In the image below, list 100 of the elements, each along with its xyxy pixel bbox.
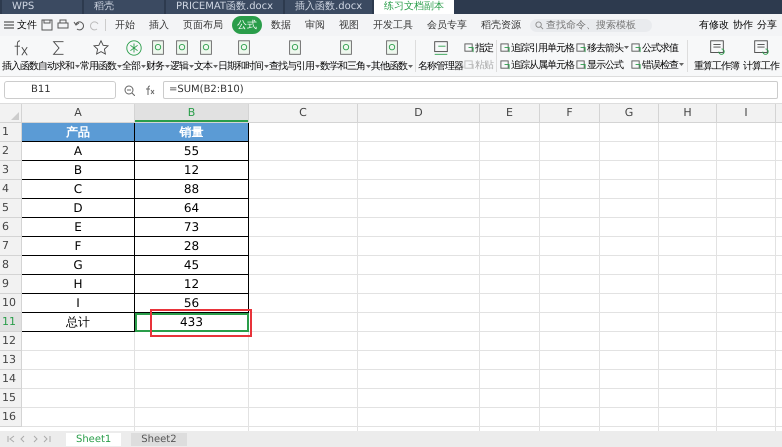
column-header[interactable]: I <box>717 104 776 122</box>
ribbon-button[interactable]: 错误检查 <box>630 58 685 72</box>
column-header[interactable]: E <box>480 104 540 122</box>
row-header[interactable]: 8 <box>0 256 22 275</box>
table-cell: H <box>22 275 135 294</box>
ribbon-button[interactable]: 日期和时间 <box>218 39 269 73</box>
function-tool-icon <box>197 39 215 57</box>
table-cell: 12 <box>135 161 249 180</box>
row-header[interactable]: 9 <box>0 275 22 294</box>
ribbon-button[interactable]: 显示公式 <box>575 58 630 72</box>
window-tab[interactable]: 练习文档副本 <box>374 0 454 14</box>
search-field[interactable]: 查找命令、搜索模板 <box>530 18 652 32</box>
undo-icon[interactable] <box>73 19 85 31</box>
zoom-icon[interactable] <box>124 84 135 96</box>
table-cell: 73 <box>135 218 249 237</box>
ribbon-tab[interactable]: 稻壳资源 <box>476 16 526 34</box>
ribbon-tab[interactable]: 插入 <box>144 16 174 34</box>
row-header[interactable]: 10 <box>0 294 22 313</box>
ribbon-tab[interactable]: 数据 <box>266 16 296 34</box>
ribbon-button[interactable]: 插入函数 <box>2 39 38 73</box>
toolbar-button[interactable]: 协作 <box>732 18 754 32</box>
sheet-tab[interactable]: Sheet2 <box>131 432 187 446</box>
function-tool-icon <box>173 39 191 57</box>
ribbon-tab[interactable]: 视图 <box>334 16 364 34</box>
ribbon-button[interactable]: 重算工作簿 <box>694 39 739 73</box>
name-box[interactable]: B11 <box>4 81 116 99</box>
sheet-recalc-icon <box>708 39 726 57</box>
ribbon-tab[interactable]: 开发工具 <box>368 16 418 34</box>
column-header[interactable]: H <box>659 104 717 122</box>
table-cell: 64 <box>135 199 249 218</box>
row-header[interactable]: 3 <box>0 161 22 180</box>
trace-icon <box>464 60 474 70</box>
toolbar-button[interactable]: 有修改 <box>698 18 730 32</box>
header-cell: 销量 <box>135 123 249 142</box>
print-icon[interactable] <box>57 19 69 31</box>
table-cell: B <box>22 161 135 180</box>
function-tool-icon <box>432 39 450 57</box>
column-header[interactable]: C <box>249 104 358 122</box>
ribbon-button[interactable]: 逻辑 <box>170 39 194 73</box>
row-header[interactable]: 4 <box>0 180 22 199</box>
formula-field[interactable]: =SUM(B2:B10) <box>163 81 778 99</box>
row-header[interactable]: 15 <box>0 389 22 408</box>
ribbon-button[interactable]: 名称管理器 <box>418 39 463 73</box>
ribbon-button[interactable]: 财务 <box>146 39 170 73</box>
ribbon-button[interactable]: 文本 <box>194 39 218 73</box>
ribbon-button[interactable]: 查找与引用 <box>269 39 320 73</box>
column-header[interactable]: D <box>358 104 480 122</box>
table-cell: G <box>22 256 135 275</box>
file-menu[interactable]: 文件 <box>4 18 37 32</box>
row-header[interactable]: 2 <box>0 142 22 161</box>
ribbon-button[interactable]: 其他函数 <box>371 39 413 73</box>
row-header[interactable]: 6 <box>0 218 22 237</box>
row-header[interactable]: 12 <box>0 332 22 351</box>
row-header[interactable]: 5 <box>0 199 22 218</box>
table-cell: I <box>22 294 135 313</box>
search-icon <box>535 20 544 30</box>
window-tab[interactable]: WPS <box>2 0 82 14</box>
column-header[interactable]: G <box>600 104 659 122</box>
ribbon-tab[interactable]: 会员专享 <box>422 16 472 34</box>
ribbon-button[interactable]: 指定 <box>463 40 494 54</box>
ribbon-button[interactable]: 计算工作 <box>743 39 779 73</box>
ribbon-button[interactable]: 追踪从属单元格 <box>499 58 575 72</box>
ribbon-button[interactable]: 自动求和 <box>38 39 80 73</box>
ribbon-button[interactable]: 追踪引用单元格 <box>499 40 575 54</box>
function-tool-icon <box>125 39 143 57</box>
function-icon[interactable] <box>143 84 155 96</box>
corner-triangle-icon <box>11 112 19 120</box>
ribbon-button[interactable]: 数学和三角 <box>320 39 371 73</box>
trace-icon <box>631 42 641 52</box>
table-cell: F <box>22 237 135 256</box>
ribbon-tab[interactable]: 审阅 <box>300 16 330 34</box>
trace-icon <box>576 42 586 52</box>
window-tab[interactable]: 插入函数.docx <box>285 0 372 14</box>
ribbon-tab[interactable]: 开始 <box>110 16 140 34</box>
function-tool-icon <box>383 39 401 57</box>
ribbon-button[interactable]: 公式求值 <box>630 40 685 54</box>
trace-icon <box>464 42 474 52</box>
ribbon-button[interactable]: 移去箭头 <box>575 40 630 54</box>
ribbon-tab[interactable]: 页面布局 <box>178 16 228 34</box>
row-header[interactable]: 14 <box>0 370 22 389</box>
column-header[interactable]: F <box>540 104 600 122</box>
trace-icon <box>500 60 510 70</box>
table-cell: 55 <box>135 142 249 161</box>
row-header[interactable]: 7 <box>0 237 22 256</box>
ribbon-button[interactable]: 常用函数 <box>80 39 122 73</box>
table-cell: D <box>22 199 135 218</box>
table-cell: C <box>22 180 135 199</box>
function-tool-icon <box>149 39 167 57</box>
table-cell: 总计 <box>22 313 135 332</box>
ribbon-button[interactable]: 全部 <box>122 39 146 73</box>
header-cell: 产品 <box>22 123 135 142</box>
table-cell: E <box>22 218 135 237</box>
row-header[interactable]: 16 <box>0 408 22 427</box>
row-header[interactable]: 13 <box>0 351 22 370</box>
window-tab[interactable]: 稻壳 <box>84 0 164 14</box>
save-icon[interactable] <box>41 19 53 31</box>
row-header[interactable]: 1 <box>0 123 22 142</box>
toolbar-button[interactable]: 分享 <box>756 18 778 32</box>
table-cell: 56 <box>135 294 249 313</box>
window-tab[interactable]: PRICEMAT函数.docx <box>166 0 284 14</box>
